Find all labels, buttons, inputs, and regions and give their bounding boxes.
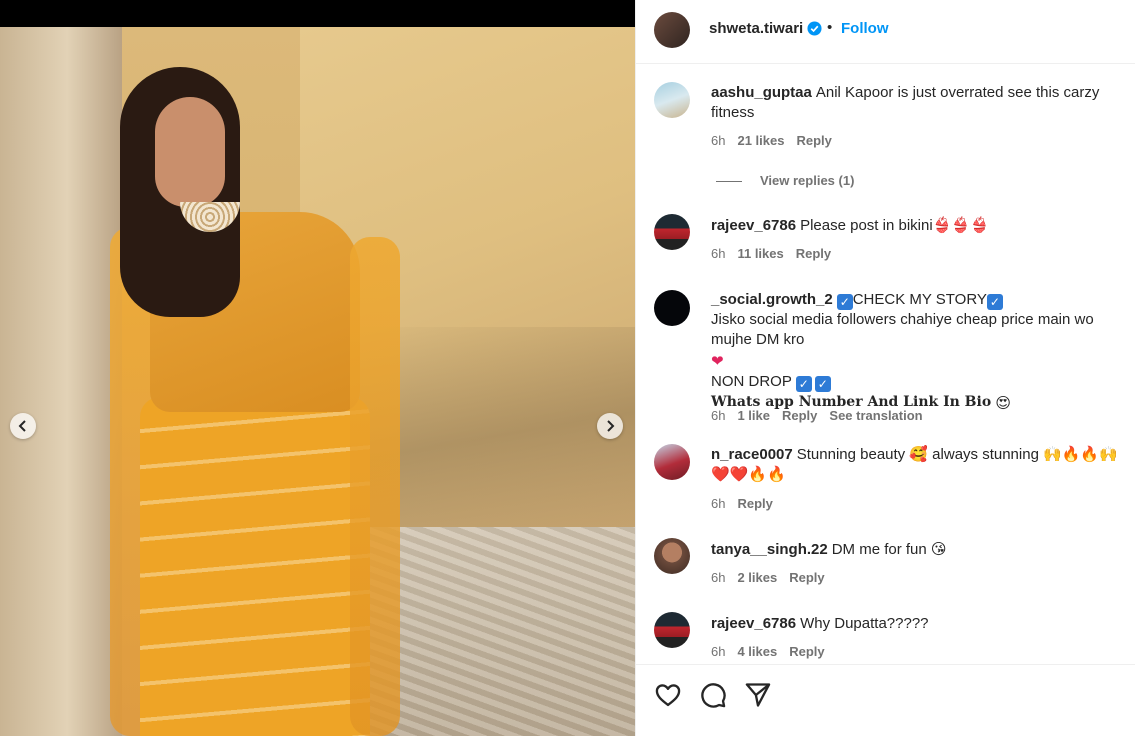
see-translation-button[interactable]: See translation xyxy=(829,408,922,423)
checkbox-emoji-icon: ✓ xyxy=(986,294,1003,310)
commenter-username[interactable]: aashu_guptaa xyxy=(711,84,812,101)
post-photo xyxy=(0,27,635,736)
comment-time[interactable]: 6h xyxy=(711,570,725,585)
checkbox-emoji-icon: ✓ xyxy=(795,376,812,392)
commenter-username[interactable]: tanya__singh.22 xyxy=(711,541,828,558)
comment-text: Why Dupatta????? xyxy=(800,615,929,632)
heart-eyes-emoji-icon: 😍 xyxy=(995,395,1011,412)
post-side-panel: shweta.tiwari • Follow aashu_guptaa Anil … xyxy=(635,0,1135,736)
comment-time[interactable]: 6h xyxy=(711,133,725,148)
comment-text: Please post in bikini👙👙👙 xyxy=(800,217,989,234)
commenter-avatar[interactable] xyxy=(654,214,690,250)
comment-line-1: CHECK MY STORY xyxy=(852,291,987,308)
woman-in-yellow-lehenga xyxy=(110,67,400,736)
comment-time[interactable]: 6h xyxy=(711,246,725,261)
comment-likes[interactable]: 4 likes xyxy=(737,644,777,659)
comment-time[interactable]: 6h xyxy=(711,496,725,511)
checkbox-emoji-icon: ✓ xyxy=(814,376,831,392)
comment-time[interactable]: 6h xyxy=(711,644,725,659)
comment-bubble-icon[interactable] xyxy=(699,681,727,709)
commenter-username[interactable]: rajeev_6786 xyxy=(711,217,796,234)
comment-line-3: NON DROP xyxy=(711,373,792,390)
reply-button[interactable]: Reply xyxy=(796,246,831,261)
comment-text-line-2: ❤️❤️🔥🔥 xyxy=(711,466,786,483)
chevron-right-icon xyxy=(607,420,615,432)
comments-list[interactable]: aashu_guptaa Anil Kapoor is just overrate… xyxy=(636,64,1135,664)
comment-text: Stunning beauty 🥰 always stunning 🙌🔥🔥🙌 xyxy=(796,446,1118,463)
reply-button[interactable]: Reply xyxy=(796,133,831,148)
post-media-panel xyxy=(0,0,635,736)
comment-likes[interactable]: 21 likes xyxy=(737,133,784,148)
reply-button[interactable]: Reply xyxy=(789,644,824,659)
post-header: shweta.tiwari • Follow xyxy=(636,0,1135,64)
commenter-avatar[interactable] xyxy=(654,444,690,480)
comment-likes[interactable]: 1 like xyxy=(737,408,770,423)
separator-dot: • xyxy=(827,19,833,36)
comment-likes[interactable]: 2 likes xyxy=(737,570,777,585)
commenter-avatar[interactable] xyxy=(654,612,690,648)
post-actions-bar xyxy=(636,664,1135,736)
commenter-username[interactable]: _social.growth_2 xyxy=(711,291,833,308)
instagram-post-modal: shweta.tiwari • Follow aashu_guptaa Anil … xyxy=(0,0,1135,736)
author-avatar[interactable] xyxy=(654,12,690,48)
commenter-avatar[interactable] xyxy=(654,82,690,118)
verified-badge-icon xyxy=(807,21,822,36)
reply-button[interactable]: Reply xyxy=(782,408,817,423)
commenter-avatar[interactable] xyxy=(654,538,690,574)
chevron-left-icon xyxy=(18,420,26,432)
reply-button[interactable]: Reply xyxy=(789,570,824,585)
pillar xyxy=(0,27,122,736)
checkbox-emoji-icon: ✓ xyxy=(836,294,853,310)
comment-likes[interactable]: 11 likes xyxy=(737,246,783,261)
comment-text: DM me for fun 😘 xyxy=(831,541,947,558)
paper-plane-icon[interactable] xyxy=(744,681,772,709)
commenter-username[interactable]: n_race0007 xyxy=(711,446,793,463)
reply-button[interactable]: Reply xyxy=(737,496,772,511)
heart-icon[interactable] xyxy=(654,681,682,709)
next-image-button[interactable] xyxy=(597,413,623,439)
commenter-avatar[interactable] xyxy=(654,290,690,326)
red-heart-icon: ❤ xyxy=(711,353,724,370)
comment-time[interactable]: 6h xyxy=(711,408,725,423)
view-replies-button[interactable]: View replies (1) xyxy=(716,173,854,188)
comment-line-2: Jisko social media followers chahiye che… xyxy=(711,311,1094,348)
previous-image-button[interactable] xyxy=(10,413,36,439)
commenter-username[interactable]: rajeev_6786 xyxy=(711,615,796,632)
author-username[interactable]: shweta.tiwari xyxy=(709,20,803,37)
follow-button[interactable]: Follow xyxy=(841,20,889,37)
